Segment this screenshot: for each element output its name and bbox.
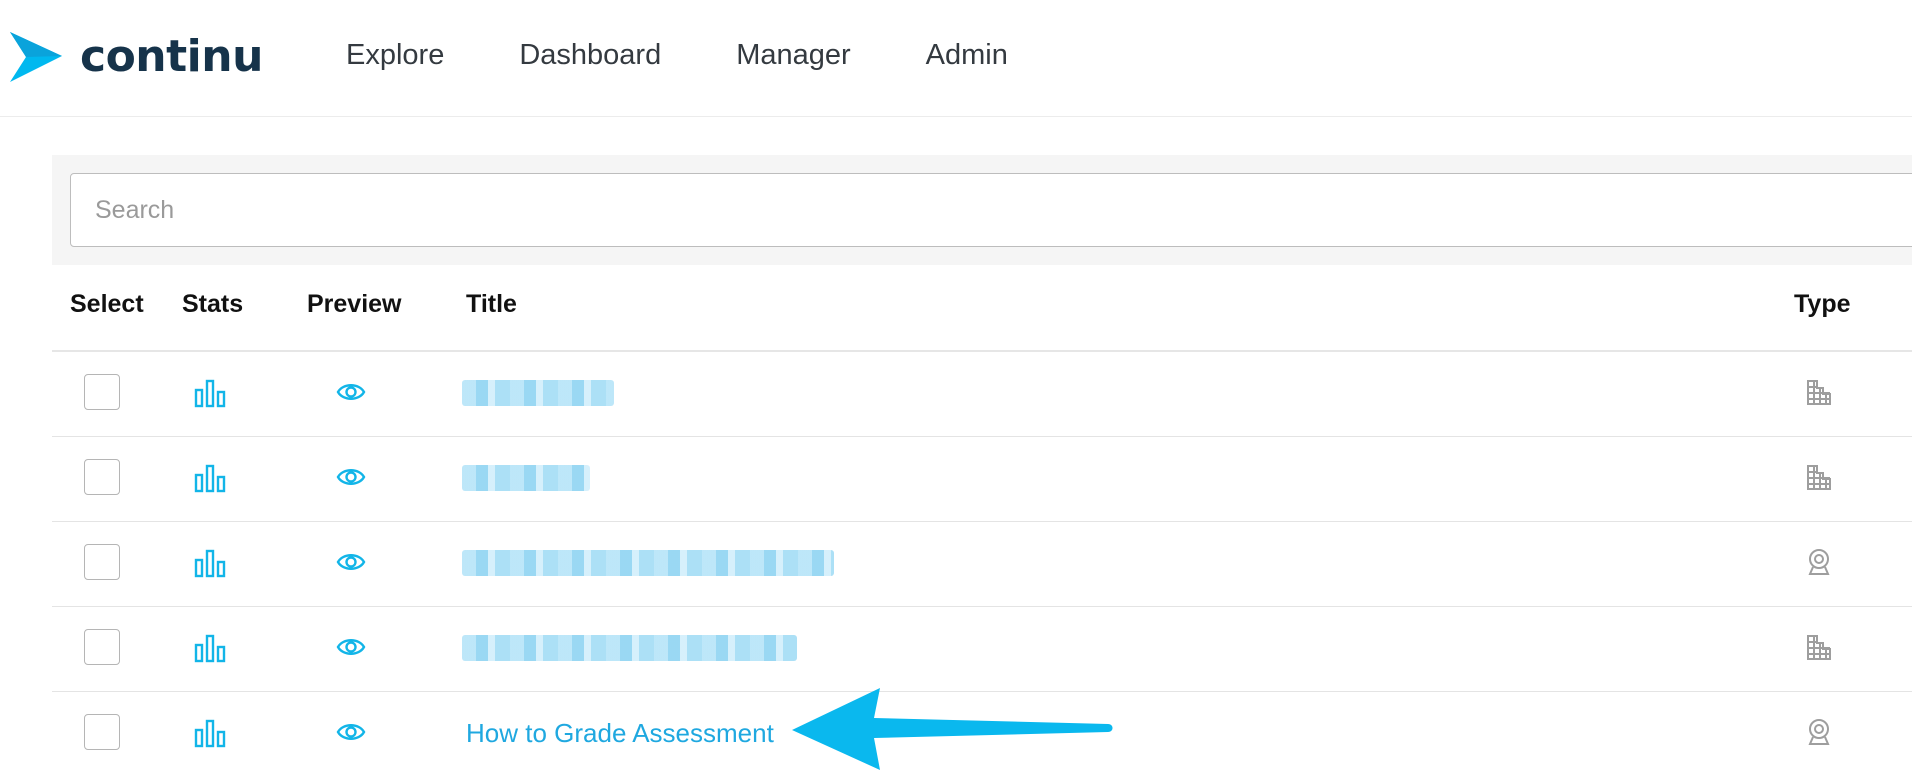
brand-name: continu bbox=[80, 31, 263, 82]
nav-admin[interactable]: Admin bbox=[926, 39, 1008, 72]
stats-bar-chart-icon[interactable] bbox=[194, 718, 226, 748]
preview-eye-icon[interactable] bbox=[336, 380, 366, 404]
building-icon bbox=[1807, 635, 1831, 660]
header-type[interactable]: Type bbox=[1794, 290, 1851, 319]
search-input[interactable] bbox=[70, 173, 1912, 247]
table-row bbox=[52, 522, 1912, 607]
continu-logo-icon bbox=[10, 32, 62, 82]
row-title-link[interactable]: How to Grade Assessment bbox=[466, 718, 774, 749]
building-icon bbox=[1807, 380, 1831, 405]
table-row bbox=[52, 352, 1912, 437]
row-title-link[interactable] bbox=[462, 380, 614, 406]
callout-arrow-icon bbox=[792, 688, 1113, 770]
preview-eye-icon[interactable] bbox=[336, 465, 366, 489]
stats-bar-chart-icon[interactable] bbox=[194, 633, 226, 663]
row-select-checkbox[interactable] bbox=[84, 459, 120, 495]
building-icon bbox=[1807, 465, 1831, 490]
stats-bar-chart-icon[interactable] bbox=[194, 548, 226, 578]
row-title-link[interactable] bbox=[462, 635, 797, 661]
header-stats: Stats bbox=[182, 290, 244, 318]
row-select-checkbox[interactable] bbox=[84, 374, 120, 410]
preview-eye-icon[interactable] bbox=[336, 720, 366, 744]
preview-eye-icon[interactable] bbox=[336, 635, 366, 659]
table-header: Select Stats Preview Title Type bbox=[52, 268, 1912, 352]
row-title-link[interactable] bbox=[462, 550, 834, 576]
stats-bar-chart-icon[interactable] bbox=[194, 463, 226, 493]
search-panel bbox=[52, 155, 1912, 265]
top-navbar: continu Explore Dashboard Manager Admin bbox=[0, 0, 1912, 117]
nav-explore[interactable]: Explore bbox=[346, 39, 444, 72]
nav-dashboard[interactable]: Dashboard bbox=[519, 39, 661, 72]
main-nav: Explore Dashboard Manager Admin bbox=[346, 0, 1083, 110]
brand-logo[interactable]: continu bbox=[8, 30, 263, 84]
webcam-icon bbox=[1808, 719, 1830, 745]
header-title[interactable]: Title bbox=[466, 290, 517, 319]
nav-manager[interactable]: Manager bbox=[736, 39, 850, 72]
row-select-checkbox[interactable] bbox=[84, 714, 120, 750]
preview-eye-icon[interactable] bbox=[336, 550, 366, 574]
table-row bbox=[52, 437, 1912, 522]
row-select-checkbox[interactable] bbox=[84, 629, 120, 665]
row-select-checkbox[interactable] bbox=[84, 544, 120, 580]
stats-bar-chart-icon[interactable] bbox=[194, 378, 226, 408]
webcam-icon bbox=[1808, 549, 1830, 575]
header-select: Select bbox=[70, 290, 144, 318]
row-title-link[interactable] bbox=[462, 465, 590, 491]
header-preview: Preview bbox=[307, 290, 402, 318]
